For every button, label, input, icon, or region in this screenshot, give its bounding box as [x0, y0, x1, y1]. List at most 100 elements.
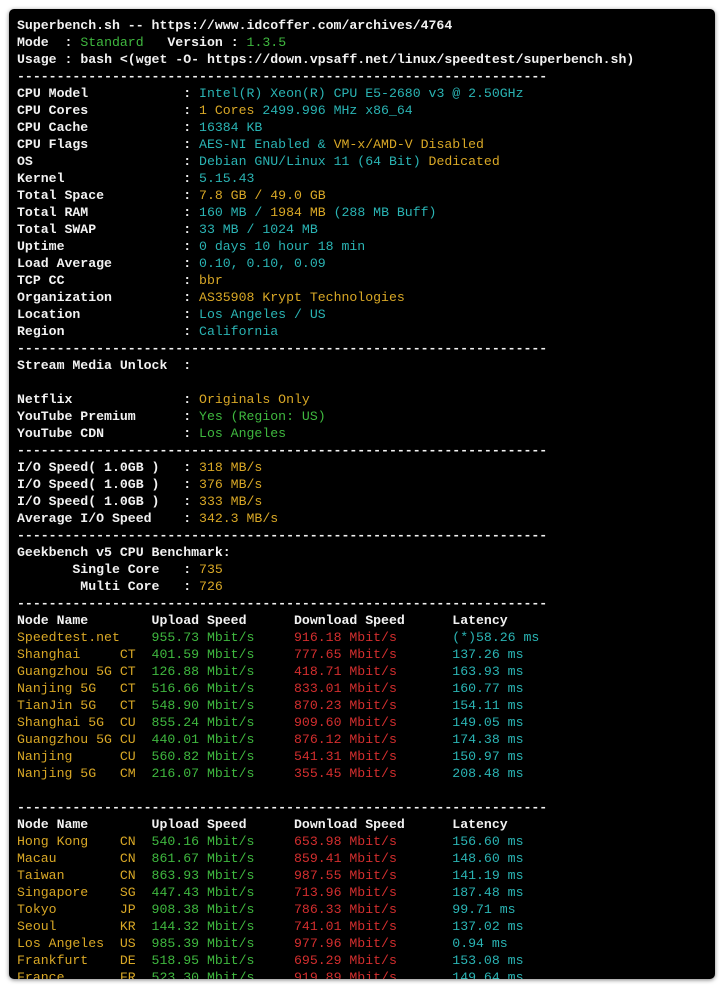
stream-value: Los Angeles [199, 426, 287, 441]
col-latency: Latency [452, 613, 508, 628]
colon: : [56, 52, 81, 67]
colon: : [183, 103, 200, 118]
latency-value: 99.71 ms [452, 902, 516, 917]
io-row: I/O Speed( 1.0GB ) : 333 MB/s [17, 493, 634, 510]
io-value: 376 MB/s [199, 477, 263, 492]
col-upload: Upload Speed [151, 817, 294, 832]
sysinfo-value: 1984 MB [270, 205, 326, 220]
header-title: Superbench.sh -- https://www.idcoffer.co… [17, 18, 453, 33]
node-name: Shanghai [17, 647, 120, 662]
stream-row: YouTube Premium : Yes (Region: US) [17, 408, 634, 425]
download-speed: 713.96 Mbit/s [294, 885, 453, 900]
colon: : [183, 256, 200, 271]
node-name: Nanjing 5G [17, 681, 120, 696]
speed-row: France FR 523.30 Mbit/s 919.89 Mbit/s 14… [17, 969, 634, 979]
node-name: Macau [17, 851, 120, 866]
sysinfo-row: Organization : AS35908 Krypt Technologie… [17, 289, 634, 306]
sysinfo-value: 49.0 GB [270, 188, 326, 203]
colon: : [183, 137, 200, 152]
colon: : [183, 324, 200, 339]
sysinfo-label: OS [17, 154, 184, 169]
colon: : [183, 477, 200, 492]
header-mode-line: Mode : Standard Version : 1.3.5 [17, 34, 634, 51]
sysinfo-label: Total Space [17, 188, 184, 203]
terminal-window[interactable]: Superbench.sh -- https://www.idcoffer.co… [9, 9, 715, 979]
separator-line: ----------------------------------------… [17, 68, 634, 85]
io-label: Average I/O Speed [17, 511, 184, 526]
geekbench-multi-line: Multi Core : 726 [17, 578, 634, 595]
colon: : [183, 392, 200, 407]
sysinfo-value: 1 Cores [199, 103, 255, 118]
colon: : [183, 307, 200, 322]
sysinfo-value: 16384 KB [199, 120, 263, 135]
speed-row: Frankfurt DE 518.95 Mbit/s 695.29 Mbit/s… [17, 952, 634, 969]
usage-label: Usage [17, 52, 57, 67]
sysinfo-label: CPU Model [17, 86, 184, 101]
download-speed: 870.23 Mbit/s [294, 698, 453, 713]
colon: : [183, 409, 200, 424]
speed-row: Guangzhou 5G CU 440.01 Mbit/s 876.12 Mbi… [17, 731, 634, 748]
header-title-line: Superbench.sh -- https://www.idcoffer.co… [17, 17, 634, 34]
multi-core-label: Multi Core [17, 579, 160, 594]
download-speed: 741.01 Mbit/s [294, 919, 453, 934]
sysinfo-label: Total RAM [17, 205, 184, 220]
col-latency: Latency [452, 817, 508, 832]
node-isp: CM [119, 766, 152, 781]
separator: ----------------------------------------… [17, 800, 548, 815]
latency-value: 137.26 ms [452, 647, 524, 662]
colon: : [183, 120, 200, 135]
separator-line: ----------------------------------------… [17, 340, 634, 357]
sysinfo-label: Uptime [17, 239, 184, 254]
node-name: Singapore [17, 885, 120, 900]
node-isp: SG [119, 885, 152, 900]
sysinfo-value: 160 MB / [199, 205, 271, 220]
stream-header-line: Stream Media Unlock : [17, 357, 634, 374]
node-isp: FR [119, 970, 152, 979]
sysinfo-row: Kernel : 5.15.43 [17, 170, 634, 187]
download-speed: 916.18 Mbit/s [294, 630, 453, 645]
io-value: 318 MB/s [199, 460, 263, 475]
upload-speed: 985.39 Mbit/s [151, 936, 294, 951]
separator-line: ----------------------------------------… [17, 595, 634, 612]
download-speed: 777.65 Mbit/s [294, 647, 453, 662]
upload-speed: 861.67 Mbit/s [151, 851, 294, 866]
mode-value: Standard [80, 35, 168, 50]
colon: : [183, 273, 200, 288]
speed-row: Nanjing 5G CT 516.66 Mbit/s 833.01 Mbit/… [17, 680, 634, 697]
sysinfo-row: Total Space : 7.8 GB / 49.0 GB [17, 187, 634, 204]
upload-speed: 560.82 Mbit/s [151, 749, 294, 764]
speed-row: Nanjing CU 560.82 Mbit/s 541.31 Mbit/s 1… [17, 748, 634, 765]
upload-speed: 863.93 Mbit/s [151, 868, 294, 883]
latency-value: 150.97 ms [452, 749, 524, 764]
separator: ----------------------------------------… [17, 341, 548, 356]
sysinfo-value: Dedicated [428, 154, 500, 169]
sysinfo-row: Uptime : 0 days 10 hour 18 min [17, 238, 634, 255]
download-speed: 695.29 Mbit/s [294, 953, 453, 968]
speed-row: Shanghai 5G CU 855.24 Mbit/s 909.60 Mbit… [17, 714, 634, 731]
colon: : [183, 358, 192, 373]
sysinfo-value: 2499.996 MHz x86_64 [254, 103, 413, 118]
node-isp: DE [119, 953, 152, 968]
separator: ----------------------------------------… [17, 69, 548, 84]
speed-row: TianJin 5G CT 548.90 Mbit/s 870.23 Mbit/… [17, 697, 634, 714]
upload-speed: 548.90 Mbit/s [151, 698, 294, 713]
sysinfo-label: Region [17, 324, 184, 339]
node-isp: CT [119, 664, 152, 679]
sysinfo-label: TCP CC [17, 273, 184, 288]
upload-speed: 908.38 Mbit/s [151, 902, 294, 917]
sysinfo-label: Organization [17, 290, 184, 305]
multi-core-score: 726 [199, 579, 223, 594]
sysinfo-value: AES-NI Enabled & [199, 137, 334, 152]
sysinfo-value: Debian GNU/Linux 11 (64 Bit) [199, 154, 429, 169]
node-isp: CT [119, 681, 152, 696]
io-value: 342.3 MB/s [199, 511, 279, 526]
sysinfo-label: Kernel [17, 171, 184, 186]
io-row: I/O Speed( 1.0GB ) : 376 MB/s [17, 476, 634, 493]
io-label: I/O Speed( 1.0GB ) [17, 460, 184, 475]
node-isp: CN [119, 851, 152, 866]
speed-table-header: Node Name Upload Speed Download Speed La… [17, 816, 634, 833]
node-isp: CT [119, 647, 152, 662]
sysinfo-value: Intel(R) Xeon(R) CPU E5-2680 v3 @ 2.50GH… [199, 86, 524, 101]
colon: : [222, 35, 247, 50]
latency-value: 163.93 ms [452, 664, 524, 679]
